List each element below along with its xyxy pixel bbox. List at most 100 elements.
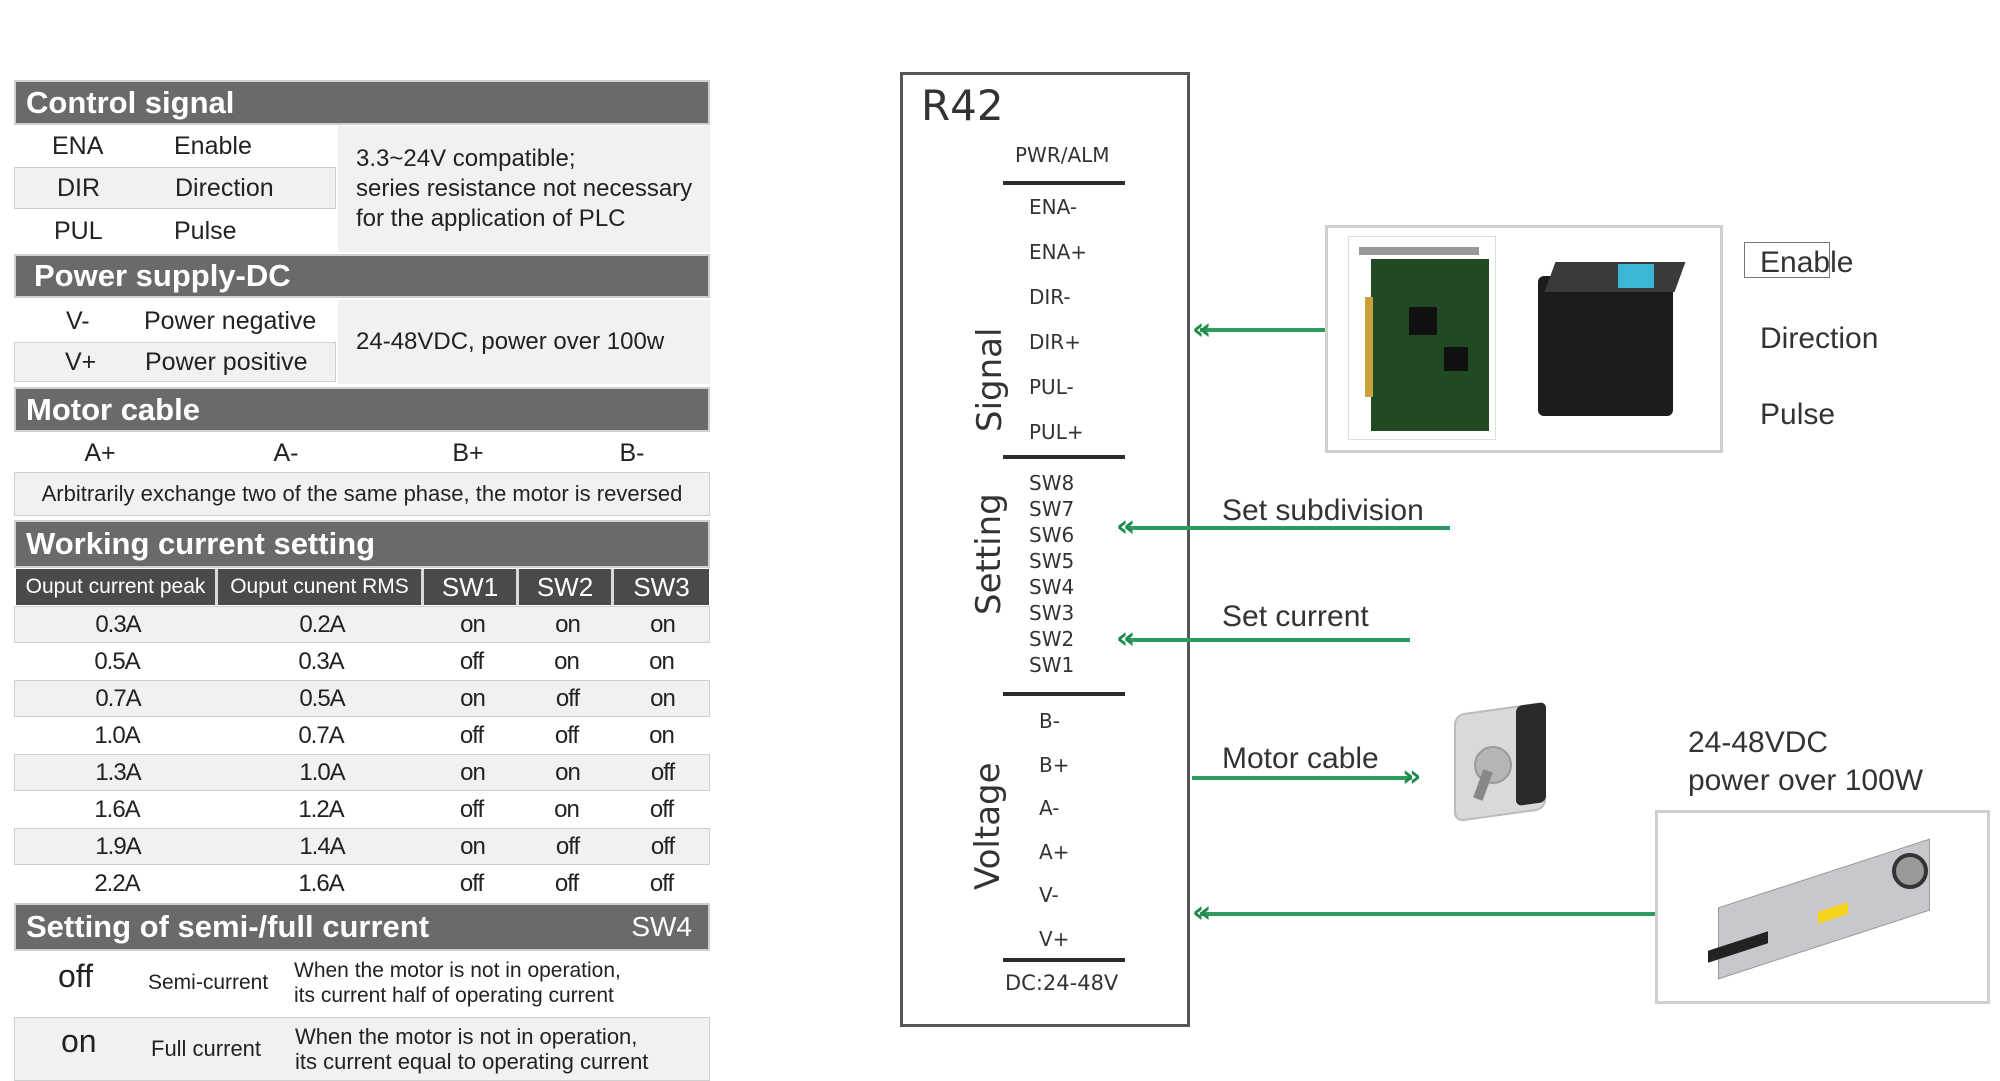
driver-model: R42 xyxy=(921,81,1004,130)
switch-state-cell: on xyxy=(649,647,675,675)
motor-cable-label: Motor cable xyxy=(1222,742,1379,775)
full-current-row: on Full current When the motor is not in… xyxy=(14,1017,710,1081)
controller-label-enable: Enable xyxy=(1760,246,1854,279)
rms-current-cell: 0.5A xyxy=(299,684,345,712)
switch-state-cell: on xyxy=(650,684,676,712)
switch-state-cell: on xyxy=(554,795,580,823)
group-label-signal: Signal xyxy=(970,327,1010,432)
phase-label: B- xyxy=(619,438,645,467)
control-signal-row-dir: DIR Direction xyxy=(14,167,336,209)
motor-connection-line xyxy=(1192,776,1412,780)
power-row-positive: V+ Power positive xyxy=(14,342,336,382)
pin-label: V- xyxy=(1039,883,1059,907)
table-row: 0.3A 0.2A on on on xyxy=(14,606,710,643)
switch-state-cell: on xyxy=(554,647,580,675)
arrow-in-icon: « xyxy=(1192,895,1212,930)
pin-label: ENA- xyxy=(1029,195,1078,219)
phase-label: B+ xyxy=(452,438,484,467)
group-label-voltage: Voltage xyxy=(968,762,1008,890)
set-current-label: Set current xyxy=(1222,600,1369,633)
table-row: 0.5A 0.3A off on on xyxy=(14,643,710,680)
motor-phase-row: A+ A- B+ B- xyxy=(14,436,710,470)
peak-current-cell: 0.7A xyxy=(95,684,141,712)
section-title: Control signal xyxy=(26,84,235,120)
pin-label: SW8 xyxy=(1029,471,1075,495)
pin-label: V+ xyxy=(1039,926,1070,951)
psu-frame xyxy=(1655,810,1990,1004)
stepper-motor-image xyxy=(1446,700,1558,823)
signal-code: DIR xyxy=(57,173,101,202)
switch-state-cell: on xyxy=(460,684,486,712)
pin-label: DIR+ xyxy=(1029,330,1081,354)
signal-code: PUL xyxy=(54,216,103,245)
driver-box: R42 PWR/ALM Signal ENA- ENA+ DIR- DIR+ PUL- P… xyxy=(900,72,1190,1027)
section-title: Motor cable xyxy=(26,391,200,427)
divider xyxy=(1003,692,1125,696)
pin-label: SW2 xyxy=(1029,627,1075,651)
mode-name: Semi-current xyxy=(148,971,269,994)
power-name: Power positive xyxy=(145,347,308,376)
pin-label: DIR- xyxy=(1029,285,1071,309)
controller-frame xyxy=(1325,225,1723,453)
controller-label-direction: Direction xyxy=(1760,322,1879,355)
section-title: Working current setting xyxy=(26,526,376,561)
switch-state-cell: off xyxy=(554,721,579,749)
note-text: Arbitrarily exchange two of the same pha… xyxy=(41,481,683,506)
set-subdivision-label: Set subdivision xyxy=(1222,494,1424,527)
peak-current-cell: 1.0A xyxy=(94,721,140,749)
semi-full-header: Setting of semi-/full current SW4 xyxy=(14,903,710,951)
psu-label-power: power over 100W xyxy=(1688,764,1924,797)
table-row: 1.6A 1.2A off on off xyxy=(14,791,710,828)
switch-state-cell: off xyxy=(459,869,484,897)
table-row: 1.0A 0.7A off off on xyxy=(14,717,710,754)
plc-image xyxy=(1538,256,1688,416)
peak-current-cell: 0.3A xyxy=(95,610,141,638)
pin-label: PUL- xyxy=(1029,375,1074,399)
power-name: Power negative xyxy=(144,306,317,335)
rms-current-cell: 1.2A xyxy=(298,795,344,823)
table-row: 1.9A 1.4A on off off xyxy=(14,828,710,865)
divider xyxy=(1003,181,1125,185)
switch-state-cell: off xyxy=(555,832,580,860)
controller-label-pulse: Pulse xyxy=(1760,398,1836,431)
rms-current-cell: 1.4A xyxy=(299,832,345,860)
pwr-alm-label: PWR/ALM xyxy=(1015,143,1110,167)
desc-line: When the motor is not in operation, xyxy=(294,959,621,982)
divider xyxy=(1003,958,1125,962)
column-header-peak: Ouput current peak xyxy=(16,569,218,605)
power-connection-line xyxy=(1200,912,1656,916)
group-label-setting: Setting xyxy=(969,493,1009,615)
pin-label: SW4 xyxy=(1029,575,1075,599)
signal-name: Direction xyxy=(175,173,274,202)
motor-cable-note: Arbitrarily exchange two of the same pha… xyxy=(14,472,710,516)
mode-name: Full current xyxy=(151,1036,262,1061)
section-title: Power supply-DC xyxy=(34,258,291,293)
mode-description: When the motor is not in operation, its … xyxy=(294,952,621,1014)
switch-state-cell: off xyxy=(650,832,675,860)
column-header-sw3: SW3 xyxy=(614,569,709,605)
switch-state-cell: on xyxy=(650,610,676,638)
switch-state-cell: on xyxy=(460,610,486,638)
phase-label: A- xyxy=(273,438,299,467)
switch-state: on xyxy=(61,1022,97,1059)
pin-label: ENA+ xyxy=(1029,240,1088,264)
signal-name: Pulse xyxy=(174,216,237,245)
switch-state-cell: off xyxy=(459,721,484,749)
motion-control-card-image xyxy=(1348,236,1496,440)
rms-current-cell: 0.7A xyxy=(298,721,344,749)
control-signal-header: Control signal xyxy=(14,80,710,125)
table-row: 0.7A 0.5A on off on xyxy=(14,680,710,717)
pin-label: SW5 xyxy=(1029,549,1075,573)
pin-label: B- xyxy=(1039,709,1060,733)
switch-state-cell: on xyxy=(460,832,486,860)
rms-current-cell: 1.6A xyxy=(298,869,344,897)
semi-current-row: off Semi-current When the motor is not i… xyxy=(14,952,710,1014)
column-header-sw1: SW1 xyxy=(424,569,519,605)
arrow-in-icon: « xyxy=(1116,509,1136,544)
table-row: 2.2A 1.6A off off off xyxy=(14,865,710,902)
note-line: 3.3~24V compatible; xyxy=(356,145,576,172)
pin-label: A+ xyxy=(1039,839,1070,864)
rms-current-cell: 1.0A xyxy=(299,758,345,786)
divider xyxy=(1003,455,1125,459)
pin-label: SW7 xyxy=(1029,497,1075,521)
